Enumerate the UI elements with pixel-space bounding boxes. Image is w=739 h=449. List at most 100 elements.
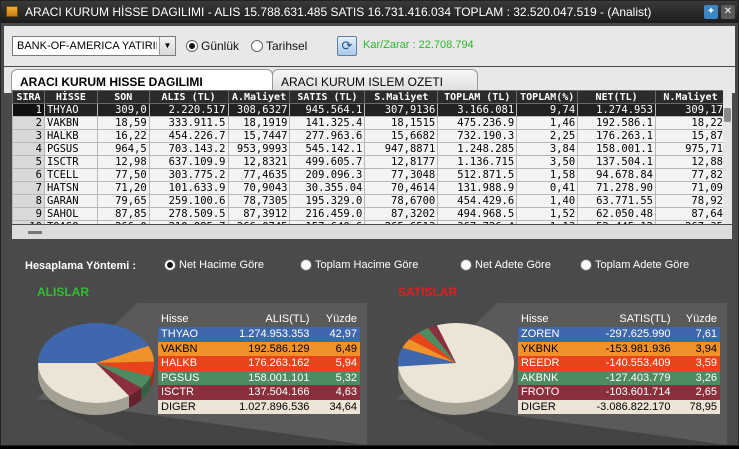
grid-cell: 12,88	[656, 156, 726, 169]
grid-col-header[interactable]: TOPLAM(%)	[517, 91, 578, 104]
radio-total-volume-label: Toplam Hacime Göre	[315, 259, 418, 271]
grid-cell: 77,82	[656, 169, 726, 182]
table-row[interactable]: 5ISCTR12,98637.109.912,8321499.605.712,8…	[13, 156, 726, 169]
sells-pie-chart[interactable]	[396, 319, 516, 419]
grid-cell: 30.355.04	[290, 182, 365, 195]
chevron-down-icon[interactable]: ▼	[159, 37, 175, 55]
grid-cell: 131.988.9	[438, 182, 517, 195]
grid-cell: 499.605.7	[290, 156, 365, 169]
scroll-thumb[interactable]	[724, 108, 731, 122]
grid-cell: 309,0	[97, 104, 149, 117]
grid-cell: 303.775.2	[149, 169, 228, 182]
grid-col-header[interactable]: A.Maliyet	[228, 91, 290, 104]
radio-daily-dot[interactable]	[186, 40, 198, 52]
grid-cell: 5	[13, 156, 45, 169]
grid-cell: 87,3912	[228, 208, 290, 221]
legend-row[interactable]: REEDR-140.553.4093,59	[518, 356, 720, 371]
grid-cell: 78,6700	[365, 195, 438, 208]
sells-title: SATISLAR	[398, 285, 457, 299]
distribution-grid[interactable]: SIRAHİSSESONALIS (TL)A.MaliyetSATIS (TL)…	[12, 90, 726, 224]
legend-pct: 7,61	[674, 327, 720, 342]
radio-net-count-dot[interactable]	[460, 259, 472, 271]
legend-row[interactable]: ZOREN-297.625.9907,61	[518, 327, 720, 342]
grid-col-header[interactable]: SON	[97, 91, 149, 104]
radio-net-count[interactable]: Net Adete Göre	[460, 259, 551, 271]
grid-col-header[interactable]: HİSSE	[44, 91, 97, 104]
radio-date-dot[interactable]	[251, 40, 263, 52]
legend-row[interactable]: PGSUS158.001.1015,32	[158, 371, 360, 386]
grid-cell: 259.100.6	[149, 195, 228, 208]
grid-cell: 52.445.12	[578, 221, 656, 225]
grid-col-header[interactable]: TOPLAM (TL)	[438, 91, 517, 104]
legend-row[interactable]: HALKB176.263.1625,94	[158, 356, 360, 371]
radio-date[interactable]: Tarihsel	[251, 39, 307, 53]
legend-row[interactable]: ISCTR137.504.1664,63	[158, 385, 360, 400]
horizontal-scrollbar[interactable]	[12, 225, 732, 239]
broker-select-value: BANK-OF-AMERICA YATIRIM	[17, 40, 157, 52]
grid-col-header[interactable]: S.Maliyet	[365, 91, 438, 104]
grid-col-header[interactable]: N.Maliyet	[656, 91, 726, 104]
grid-cell: 209.096.3	[290, 169, 365, 182]
grid-cell: HALKB	[44, 130, 97, 143]
grid-col-header[interactable]: SATIS (TL)	[290, 91, 365, 104]
radio-daily-label: Günlük	[201, 39, 239, 53]
radio-total-volume[interactable]: Toplam Hacime Göre	[300, 259, 418, 271]
grid-cell: THYAO	[44, 104, 97, 117]
radio-total-count-label: Toplam Adete Göre	[595, 259, 689, 271]
buys-pie-chart[interactable]	[36, 319, 156, 419]
radio-daily[interactable]: Günlük	[186, 39, 239, 53]
refresh-button[interactable]: ⟳	[337, 36, 357, 56]
sells-col-pct: Yüzde	[674, 311, 720, 327]
table-row[interactable]: 1THYAO309,02.220.517308,6327945.564.1307…	[13, 104, 726, 117]
radio-total-count[interactable]: Toplam Adete Göre	[580, 259, 689, 271]
table-row[interactable]: 2VAKBN18,59333.911.518,1919141.325.418,1…	[13, 117, 726, 130]
grid-cell: 494.968.5	[438, 208, 517, 221]
grid-cell: 87,3202	[365, 208, 438, 221]
table-row[interactable]: 3HALKB16,22454.226.715,7447277.963.615,6…	[13, 130, 726, 143]
legend-pct: 42,97	[312, 327, 360, 342]
grid-col-header[interactable]: SIRA	[13, 91, 45, 104]
close-icon[interactable]: ✕	[721, 5, 735, 19]
table-row[interactable]: 6TCELL77,50303.775.277,4635209.096.377,3…	[13, 169, 726, 182]
legend-pct: 3,59	[674, 356, 720, 371]
table-row[interactable]: 9SAHOL87,85278.509.587,3912216.459.087,3…	[13, 208, 726, 221]
grid-cell: 947,8871	[365, 143, 438, 156]
table-row[interactable]: 7HATSN71,20101.633.970,904330.355.0470,4…	[13, 182, 726, 195]
legend-row[interactable]: AKBNK-127.403.7793,26	[518, 371, 720, 386]
grid-cell: 454.226.7	[149, 130, 228, 143]
radio-net-volume-label: Net Hacime Göre	[179, 259, 264, 271]
table-row[interactable]: 8GARAN79,65259.100.678,7305195.329.078,6…	[13, 195, 726, 208]
broker-select[interactable]: BANK-OF-AMERICA YATIRIM ▼	[12, 36, 176, 56]
legend-row[interactable]: YKBNK-153.981.9363,94	[518, 342, 720, 357]
legend-row[interactable]: DIGER-3.086.822.17078,95	[518, 400, 720, 415]
grid-cell: 732.190.3	[438, 130, 517, 143]
grid-cell: 3	[13, 130, 45, 143]
radio-total-volume-dot[interactable]	[300, 259, 312, 271]
grid-cell: 7	[13, 182, 45, 195]
table-row[interactable]: 4PGSUS964,5703.143.2953,9993545.142.1947…	[13, 143, 726, 156]
grid-cell: 101.633.9	[149, 182, 228, 195]
title-bar[interactable]: ARACI KURUM HİSSE DAGILIMI - ALIS 15.788…	[1, 1, 738, 23]
radio-net-volume-dot[interactable]	[164, 259, 176, 271]
vertical-scrollbar[interactable]	[723, 90, 732, 224]
legend-row[interactable]: THYAO1.274.953.35342,97	[158, 327, 360, 342]
grid-cell: 1,40	[517, 195, 578, 208]
legend-row[interactable]: VAKBN192.586.1296,49	[158, 342, 360, 357]
table-row[interactable]: 10TOASO266,0210.085.7266,0745157.640.626…	[13, 221, 726, 225]
grid-col-header[interactable]: ALIS (TL)	[149, 91, 228, 104]
radio-net-volume[interactable]: Net Hacime Göre	[164, 259, 264, 271]
grid-cell: 953,9993	[228, 143, 290, 156]
legend-row[interactable]: DIGER1.027.896.53634,64	[158, 400, 360, 415]
grid-cell: 265,6513	[365, 221, 438, 225]
scroll-thumb[interactable]	[28, 231, 42, 234]
legend-row[interactable]: FROTO-103.601.7142,65	[518, 385, 720, 400]
grid-cell: 157.640.6	[290, 221, 365, 225]
app-icon	[6, 6, 18, 17]
radio-total-count-dot[interactable]	[580, 259, 592, 271]
grid-cell: 333.911.5	[149, 117, 228, 130]
legend-name: HALKB	[158, 356, 215, 371]
twitter-icon[interactable]: ✦	[704, 5, 718, 19]
sells-legend-table: Hisse SATIS(TL) Yüzde ZOREN-297.625.9907…	[518, 311, 720, 414]
grid-col-header[interactable]: NET(TL)	[578, 91, 656, 104]
grid-cell: 308,6327	[228, 104, 290, 117]
